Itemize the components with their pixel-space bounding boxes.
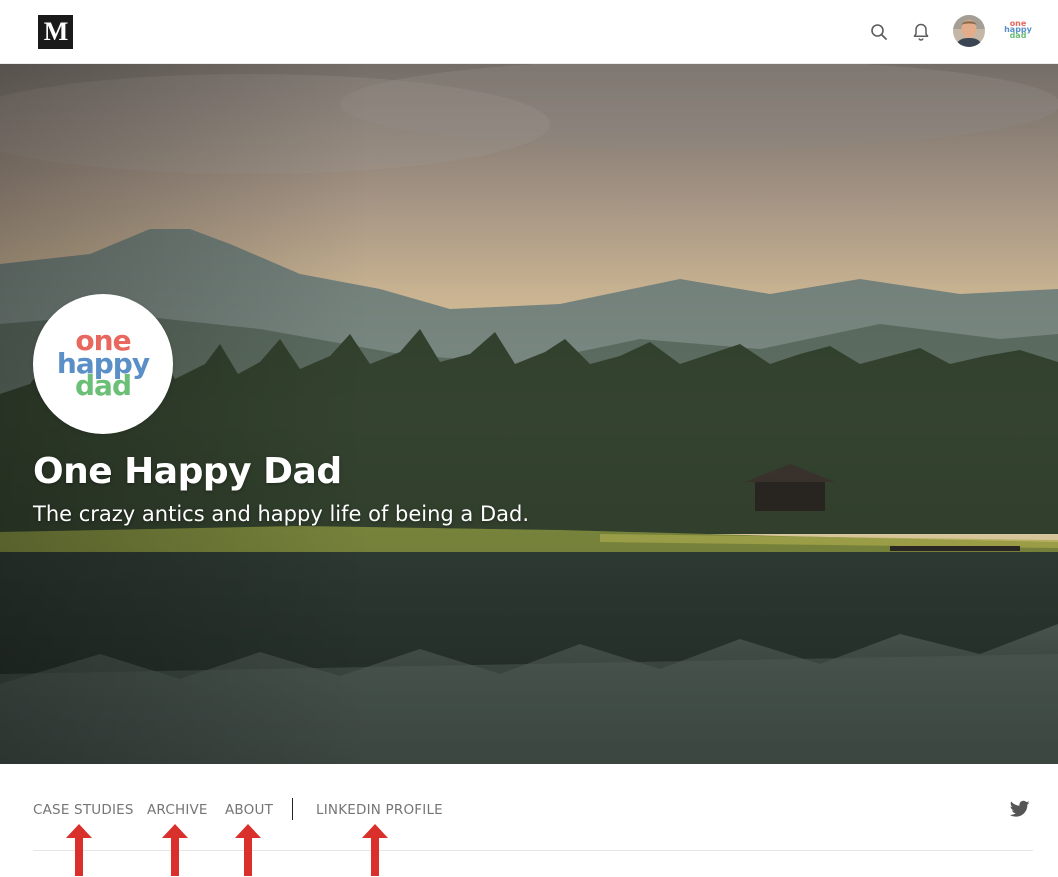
nav-item-archive[interactable]: ARCHIVE: [147, 802, 208, 818]
publication-badge-icon[interactable]: one happy dad: [1001, 13, 1035, 47]
hero-lake-background-image: [0, 64, 1058, 764]
publication-title: One Happy Dad: [33, 451, 342, 492]
bell-icon[interactable]: [909, 20, 933, 44]
annotation-arrow-up-icon: [66, 824, 92, 876]
nav-item-about[interactable]: ABOUT: [225, 802, 273, 818]
publication-logo: one happy dad: [33, 294, 173, 434]
publication-header-hero: one happy dad One Happy Dad The crazy an…: [0, 64, 1058, 764]
nav-divider: [292, 798, 293, 820]
nav-item-case-studies[interactable]: CASE STUDIES: [33, 802, 134, 818]
annotation-arrow-up-icon: [162, 824, 188, 876]
twitter-icon[interactable]: [1010, 800, 1030, 818]
annotation-arrow-up-icon: [235, 824, 261, 876]
top-bar: M one happy dad: [0, 0, 1058, 64]
medium-logo-icon[interactable]: M: [38, 15, 73, 49]
nav-item-linkedin-profile[interactable]: LINKEDIN PROFILE: [316, 802, 443, 818]
avatar[interactable]: [953, 15, 985, 47]
publication-nav: CASE STUDIES ARCHIVE ABOUT LINKEDIN PROF…: [0, 764, 1058, 877]
search-icon[interactable]: [867, 20, 891, 44]
annotation-arrow-up-icon: [362, 824, 388, 876]
publication-tagline: The crazy antics and happy life of being…: [33, 502, 530, 526]
